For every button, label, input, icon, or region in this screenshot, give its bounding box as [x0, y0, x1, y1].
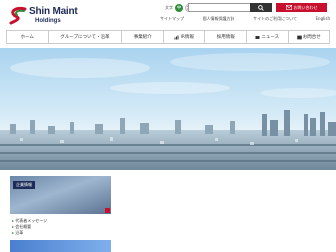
company-logo[interactable]: Shin Maint Holdings — [8, 4, 98, 28]
utility-links: サイトマップ 個人情報保護方針 サイトのご利用について English — [160, 16, 330, 22]
mail-icon — [285, 5, 292, 10]
utility-link[interactable]: サイトマップ — [160, 16, 184, 22]
nav-item-recruit[interactable]: 採用情報 — [205, 31, 247, 43]
font-size-label: 文字 — [165, 4, 173, 10]
utility-link[interactable]: English — [316, 16, 330, 22]
chart-icon — [174, 35, 179, 39]
contact-button[interactable]: お問い合わせ — [276, 3, 327, 12]
utility-link[interactable]: サイトのご利用について — [253, 16, 297, 22]
nav-item-label: お問合せ — [302, 35, 321, 40]
next-card-banner[interactable] — [10, 240, 111, 252]
logo-mark-icon — [9, 7, 27, 25]
hero-image — [0, 48, 336, 170]
nav-item-about[interactable]: グループについて・沿革 — [49, 31, 123, 43]
news-icon — [255, 35, 260, 39]
nav-item-business[interactable]: 事業紹介 — [122, 31, 164, 43]
company-links: 代表者メッセージ 会社概要 沿革 — [12, 218, 112, 236]
contact-label: お問い合わせ — [293, 4, 318, 10]
site-search — [188, 3, 272, 12]
nav-item-label: IR情報 — [180, 35, 194, 40]
nav-item-contact[interactable]: お問合せ — [289, 31, 331, 43]
global-nav: ホーム グループについて・沿革 事業紹介 IR情報 採用情報 ニュース お問合せ — [6, 30, 331, 44]
nav-item-label: ニュース — [261, 35, 280, 40]
mail-icon — [296, 35, 302, 39]
nav-item-news[interactable]: ニュース — [247, 31, 289, 43]
nav-item-home[interactable]: ホーム — [6, 31, 49, 43]
nav-item-ir[interactable]: IR情報 — [164, 31, 206, 43]
nav-item-label: 事業紹介 — [133, 35, 152, 40]
utility-link[interactable]: 個人情報保護方針 — [203, 16, 235, 22]
list-item[interactable]: 沿革 — [12, 230, 112, 236]
company-info-card[interactable]: 企業情報 — [10, 176, 111, 214]
city-skyline-image — [0, 48, 336, 170]
font-size-medium-button[interactable]: 中 — [175, 3, 183, 12]
brand-sub: Holdings — [35, 18, 61, 24]
content-area: 企業情報 代表者メッセージ 会社概要 沿革 — [0, 170, 336, 252]
search-icon — [258, 4, 264, 11]
nav-item-label: グループについて・沿革 — [60, 35, 110, 40]
nav-item-label: ホーム — [20, 35, 34, 40]
brand-name: Shin Maint — [29, 6, 78, 17]
arrow-icon — [105, 208, 110, 213]
page: Shin Maint Holdings 文字 中 大 お問い合わせ サイトマップ… — [0, 0, 336, 252]
nav-item-label: 採用情報 — [216, 35, 235, 40]
search-button[interactable] — [250, 3, 272, 12]
card-caption: 企業情報 — [13, 181, 35, 189]
search-input[interactable] — [188, 3, 250, 12]
